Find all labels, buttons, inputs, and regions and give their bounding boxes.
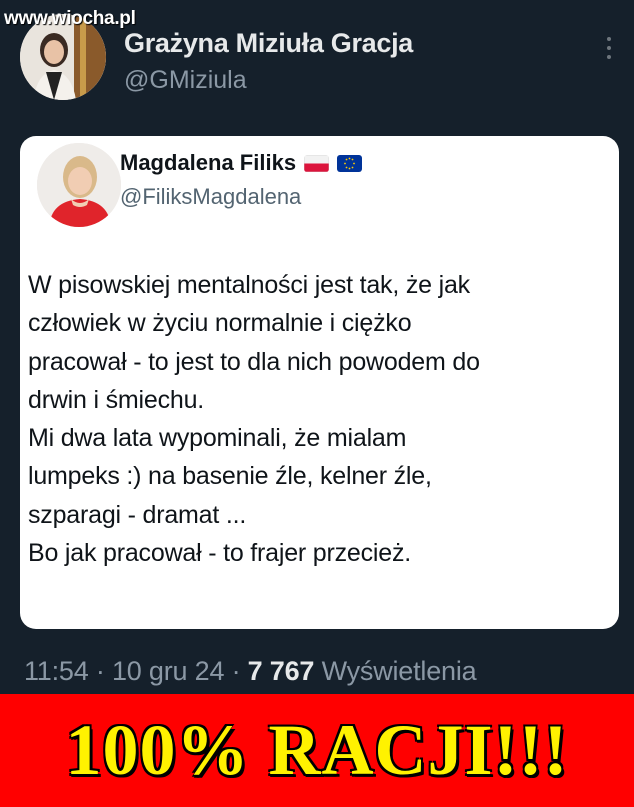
- tweet-text-line: lumpeks :) na basenie źle, kelner źle,: [28, 462, 432, 491]
- more-vertical-icon[interactable]: [606, 36, 612, 60]
- quoted-tweet-text: W pisowskiej mentalności jest tak, że ja…: [28, 266, 613, 572]
- views-count[interactable]: 7 767: [248, 656, 315, 686]
- tweet-text-line: Mi dwa lata wypominali, że mialam: [28, 424, 407, 452]
- caption-banner: 100% RACJI!!!: [0, 694, 634, 807]
- quoted-tweet-card[interactable]: Magdalena Filiks @FiliksMagdalena W piso…: [20, 136, 619, 629]
- tweet-text-line: człowiek w życiu normalnie i ciężko: [28, 309, 412, 338]
- tweet-text-line: szparagi - dramat ...: [28, 500, 247, 529]
- quoted-author-handle[interactable]: @FiliksMagdalena: [120, 184, 301, 210]
- tweet-time[interactable]: 11:54: [24, 656, 89, 686]
- site-watermark: www.wiocha.pl: [4, 8, 136, 29]
- author-name[interactable]: Grażyna Miziuła Gracja: [124, 28, 413, 59]
- tweet-text-line: W pisowskiej mentalności jest tak, że ja…: [28, 271, 470, 299]
- tweet-text-line: pracował - to jest to dla nich powodem d…: [28, 347, 480, 376]
- eu-flag-icon: [337, 154, 363, 172]
- tweet-text-line: Bo jak pracował - to frajer przecież.: [28, 538, 412, 567]
- quoted-author-name-row: Magdalena Filiks: [120, 150, 363, 176]
- views-label[interactable]: Wyświetlenia: [322, 656, 477, 686]
- meta-separator: ·: [88, 656, 112, 686]
- tweet-text-line: drwin i śmiechu.: [28, 385, 205, 414]
- quoted-author-name[interactable]: Magdalena Filiks: [120, 150, 296, 176]
- tweet-meta: 11:54 · 10 gru 24 · 7 767 Wyświetlenia: [24, 656, 477, 687]
- quoted-author-avatar[interactable]: [37, 143, 121, 227]
- author-handle[interactable]: @GMiziula: [124, 66, 247, 95]
- tweet-date[interactable]: 10 gru 24: [112, 656, 224, 686]
- poland-flag-icon: [304, 154, 330, 172]
- banner-caption: 100% RACJI!!!: [65, 710, 569, 790]
- meta-separator: ·: [224, 656, 248, 686]
